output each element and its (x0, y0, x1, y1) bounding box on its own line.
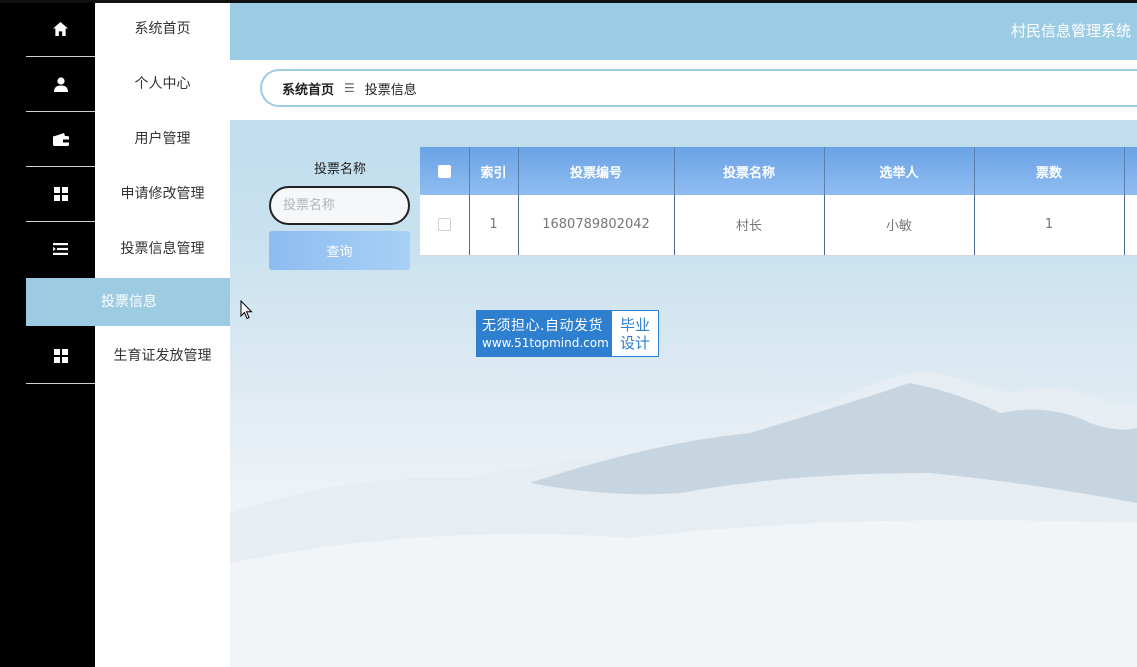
row-checkbox[interactable] (420, 195, 470, 256)
wallet-icon (26, 113, 95, 165)
sidebar-item-label: 生育证发放管理 (113, 348, 212, 364)
sidebar-item-label: 个人中心 (134, 76, 191, 92)
sidebar-item-home[interactable]: 系统首页 (26, 3, 230, 57)
grid-icon (26, 330, 95, 382)
home-icon (26, 3, 95, 55)
sidebar-divider (26, 221, 95, 222)
sidebar-subitem-vote-info[interactable]: 投票信息 (26, 278, 230, 326)
column-header-vote-count: 票数 (974, 147, 1125, 195)
sidebar-divider (26, 111, 95, 112)
table-header-row: 索引 投票编号 投票名称 选举人 票数 (420, 147, 1137, 195)
sidebar-item-vote-management[interactable]: 投票信息管理 (26, 223, 230, 275)
vote-table: 索引 投票编号 投票名称 选举人 票数 1 1680789802042 村长 小… (420, 147, 1137, 256)
column-header-overflow (1124, 147, 1137, 195)
sidebar-item-label: 申请修改管理 (120, 186, 205, 202)
cell-vote-count: 1 (974, 195, 1125, 256)
breadcrumb-separator-icon: ☰ (344, 81, 355, 95)
column-header-vote-number: 投票编号 (518, 147, 675, 195)
list-icon (26, 223, 95, 275)
app-title: 村民信息管理系统 (1010, 22, 1131, 40)
vote-name-search-input[interactable] (269, 186, 410, 225)
cell-vote-number: 1680789802042 (518, 195, 675, 256)
cell-vote-name: 村长 (674, 195, 825, 256)
column-header-vote-name: 投票名称 (674, 147, 825, 195)
breadcrumb-current: 投票信息 (364, 82, 417, 98)
watermark-badge: 无须担心.自动发货 www.51topmind.com 毕业 设计 (476, 310, 659, 357)
sidebar-item-user-management[interactable]: 用户管理 (26, 113, 230, 167)
search-label: 投票名称 (313, 162, 366, 177)
watermark-right-top: 毕业 (619, 315, 650, 334)
column-header-index: 索引 (469, 147, 519, 195)
breadcrumb: 系统首页 ☰ 投票信息 (260, 69, 1137, 107)
sidebar-item-application-management[interactable]: 申请修改管理 (26, 168, 230, 222)
sidebar-divider (26, 166, 95, 167)
watermark-line1: 无须担心.自动发货 (482, 317, 603, 334)
cell-elector: 小敏 (824, 195, 975, 256)
user-icon (26, 58, 95, 110)
table-row[interactable]: 1 1680789802042 村长 小敏 1 (420, 195, 1137, 256)
grid-icon (26, 168, 95, 220)
column-header-elector: 选举人 (824, 147, 975, 195)
sidebar: 系统首页 个人中心 用户管理 申请修改管理 投票信息管理 投票信息 生育证发放管… (0, 3, 230, 667)
mouse-cursor-icon (240, 299, 253, 324)
cell-overflow (1124, 195, 1137, 256)
cell-index: 1 (469, 195, 519, 256)
main-area: 村民信息管理系统 系统首页 ☰ 投票信息 投票名称 查询 索引 投票编号 投票名… (230, 3, 1137, 667)
sidebar-item-personal-center[interactable]: 个人中心 (26, 58, 230, 112)
sidebar-item-label: 用户管理 (134, 131, 191, 147)
watermark-right-bottom: 设计 (619, 333, 650, 352)
sidebar-divider (26, 56, 95, 57)
background-mountain (230, 363, 1137, 667)
top-header: 村民信息管理系统 (230, 3, 1137, 60)
sidebar-item-label: 投票信息管理 (120, 241, 205, 257)
breadcrumb-home-link[interactable]: 系统首页 (282, 79, 334, 98)
sidebar-divider (26, 383, 95, 384)
sidebar-item-birth-certificate-management[interactable]: 生育证发放管理 (26, 330, 230, 384)
watermark-line2: www.51topmind.com (482, 335, 609, 350)
sidebar-item-label: 系统首页 (134, 21, 191, 37)
select-all-checkbox[interactable] (420, 147, 470, 195)
query-button[interactable]: 查询 (269, 231, 410, 270)
